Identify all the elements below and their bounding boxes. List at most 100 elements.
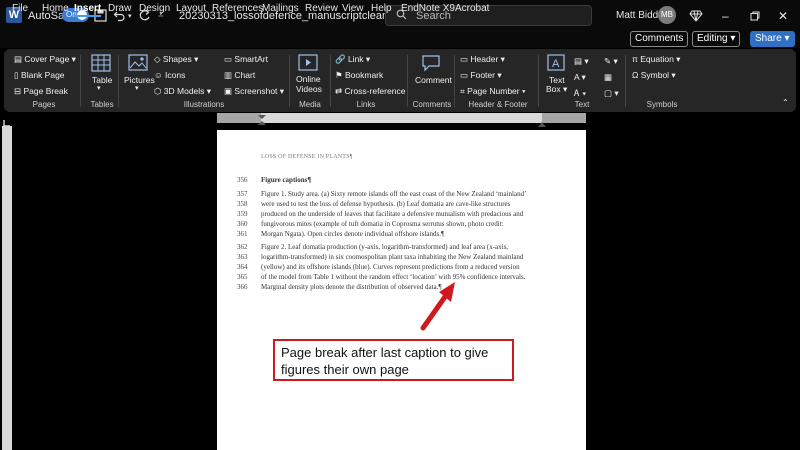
bookmark-label: Bookmark [344,70,384,80]
premium-diamond-icon[interactable] [689,0,703,31]
screenshot-label: Screenshot [234,86,278,96]
ruler-left-margin [217,113,261,123]
document-line[interactable]: Figure 1. Study area. (a) Sixty remote i… [261,190,526,198]
online-videos-label-2[interactable]: Videos [296,84,322,94]
tab-help[interactable]: Help [371,0,392,17]
horizontal-ruler[interactable] [261,113,542,123]
line-number: 360 [237,220,248,228]
tab-acrobat[interactable]: Acrobat [455,0,489,17]
symbol-button[interactable]: Ω Symbol ▾ [632,70,676,81]
tab-home[interactable]: Home [42,0,69,17]
collapse-ribbon-icon[interactable]: ⌃ [782,98,789,107]
line-number: 362 [237,243,248,251]
indent-marker-icon[interactable] [258,112,266,130]
close-icon[interactable]: ✕ [778,0,788,31]
avatar[interactable]: MB [658,6,676,24]
tab-draw[interactable]: Draw [108,0,131,17]
tab-layout[interactable]: Layout [176,0,206,17]
line-number: 364 [237,263,248,271]
figure-captions-heading[interactable]: Figure captions¶ [261,176,311,184]
3d-models-button[interactable]: ⬡ 3D Models ▾ [154,86,211,97]
ribbon-separator [118,55,119,107]
page-number-button[interactable]: ⌗ Page Number ▾ [460,86,526,97]
minimize-icon[interactable]: – [722,0,729,31]
link-label: Link [347,54,364,64]
pictures-button-label[interactable]: Pictures [124,75,155,85]
signature-line-icon[interactable]: ✎ ▾ [604,56,618,67]
line-number: 359 [237,210,248,218]
group-label-comments: Comments [412,100,452,109]
blank-page-button[interactable]: ▯ Blank Page [14,70,65,81]
online-videos-icon[interactable] [298,54,318,76]
tab-view[interactable]: View [342,0,364,17]
document-line[interactable]: fungivorous mites (example of tuft domat… [261,220,504,228]
shapes-label: Shapes [162,54,192,64]
footer-button[interactable]: ▭ Footer ▾ [460,70,502,81]
pictures-icon[interactable] [128,54,148,76]
tab-mailings[interactable]: Mailings [262,0,299,17]
link-button[interactable]: 🔗 Link ▾ [335,54,370,65]
chart-button[interactable]: ▥ Chart [224,70,255,81]
quick-parts-icon[interactable]: ▤ ▾ [574,56,589,67]
document-line[interactable]: produced on the underside of leaves that… [261,210,523,218]
cover-page-label: Cover Page [24,54,70,64]
tab-file[interactable]: File [12,0,28,17]
cover-page-button[interactable]: ▤ Cover Page ▾ [14,54,76,65]
ribbon-separator [330,55,331,107]
online-videos-label-1[interactable]: Online [296,74,321,84]
header-button[interactable]: ▭ Header ▾ [460,54,505,65]
date-time-icon[interactable]: ▦ [604,72,612,83]
group-label-symbols: Symbols [646,100,678,109]
group-label-links: Links [356,100,376,109]
page-break-button[interactable]: ⊟ Page Break [14,86,68,97]
object-icon[interactable]: ▢ ▾ [604,88,619,99]
document-line[interactable]: logarithm-transformed) in six coomospoli… [261,253,523,261]
restore-icon[interactable] [750,0,760,31]
symbol-label: Symbol [640,70,670,80]
share-button[interactable]: Share ▾ [750,31,795,47]
table-icon[interactable] [91,54,111,77]
editing-mode-button[interactable]: Editing ▾ [692,31,741,47]
ribbon-separator [80,55,81,107]
ribbon-separator [538,55,539,107]
document-line[interactable]: Figure 2. Leaf domatia production (y-axi… [261,243,508,251]
document-line[interactable]: (yellow) and its offshore islands (blue)… [261,263,520,271]
icons-label: Icons [165,70,186,80]
document-line[interactable]: Marginal density plots denote the distri… [261,283,442,291]
document-line[interactable]: of the model from Table 1 without the ra… [261,273,525,281]
table-button-label[interactable]: Table [92,75,112,85]
cross-reference-button[interactable]: ⇄ Cross-reference [335,86,405,97]
comments-button-label: Comments [635,33,684,44]
screenshot-button[interactable]: ▣ Screenshot ▾ [224,86,284,97]
tab-review[interactable]: Review [305,0,338,17]
pictures-dropdown-icon[interactable]: ▾ [135,84,139,92]
bookmark-button[interactable]: ⚑ Bookmark [335,70,383,81]
document-line[interactable]: were used to test the loss of defense hy… [261,200,510,208]
editing-mode-label: Editing [697,33,728,44]
smartart-button[interactable]: ▭ SmartArt [224,54,268,65]
annotation-arrow-icon [420,282,455,331]
table-dropdown-icon[interactable]: ▾ [97,84,101,92]
document-line[interactable]: Morgan Ngata). Open circles denote indiv… [261,230,444,238]
chart-label: Chart [234,70,256,80]
ribbon-separator [289,55,290,107]
drop-cap-icon[interactable]: Ꭺ ▾ [574,88,586,99]
comments-button[interactable]: Comments [630,31,689,47]
tab-endnote[interactable]: EndNote X9 [401,0,455,17]
comment-button-label[interactable]: Comment [415,75,452,85]
icons-button[interactable]: ☺ Icons [154,70,185,80]
comment-icon[interactable] [421,54,441,77]
tab-insert[interactable]: Insert [74,0,102,17]
tab-design[interactable]: Design [139,0,170,17]
group-label-tables: Tables [90,100,114,109]
shapes-button[interactable]: ◇ Shapes ▾ [154,54,198,65]
equation-button[interactable]: π Equation ▾ [632,54,680,65]
text-box-label-2[interactable]: Box ▾ [546,84,567,95]
running-header: LOSS OF DEFENSE IN PLANTS¶ [261,154,353,160]
tab-references[interactable]: References [212,0,263,17]
line-number: 356 [237,176,248,184]
group-label-pages: Pages [32,100,56,109]
wordart-icon[interactable]: A ▾ [574,72,586,83]
text-box-icon[interactable]: A [547,54,565,76]
vertical-ruler[interactable] [2,126,12,450]
